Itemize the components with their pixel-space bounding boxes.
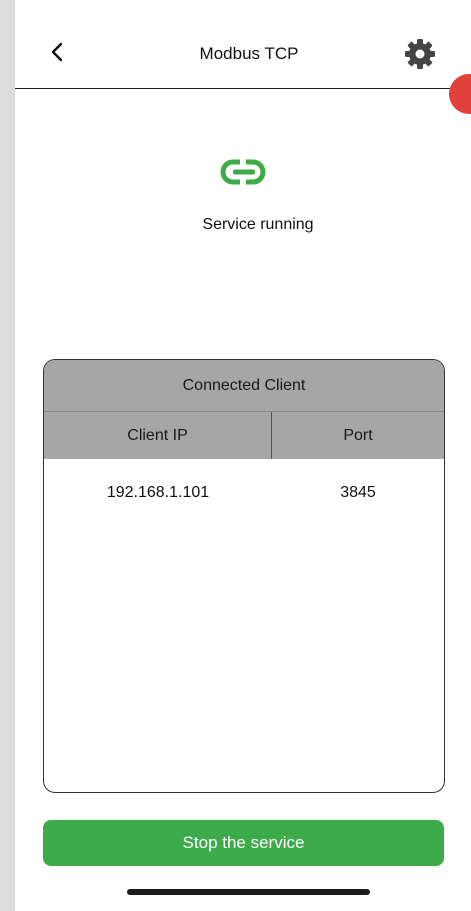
column-header-client-ip: Client IP: [44, 412, 272, 459]
table-title: Connected Client: [44, 360, 444, 412]
client-port-cell: 3845: [340, 484, 376, 501]
table-row[interactable]: 192.168.1.101 3845: [44, 459, 444, 509]
link-icon: [219, 158, 269, 186]
column-header-port: Port: [343, 427, 373, 444]
window-edge: [0, 0, 15, 911]
stop-service-button[interactable]: Stop the service: [43, 820, 444, 866]
table-header-row: Client IP Port: [44, 412, 444, 459]
app-screen: Modbus TCP Service running Connected Cli…: [15, 0, 471, 911]
client-ip-cell: 192.168.1.101: [106, 484, 210, 501]
top-bar: Modbus TCP: [15, 0, 471, 89]
connected-clients-table: Connected Client Client IP Port 192.168.…: [43, 359, 445, 793]
home-indicator[interactable]: [127, 889, 370, 895]
settings-button[interactable]: [403, 37, 437, 71]
gear-icon: [405, 39, 435, 69]
status-text: Service running: [202, 216, 314, 233]
phone-frame: Modbus TCP Service running Connected Cli…: [0, 0, 471, 911]
